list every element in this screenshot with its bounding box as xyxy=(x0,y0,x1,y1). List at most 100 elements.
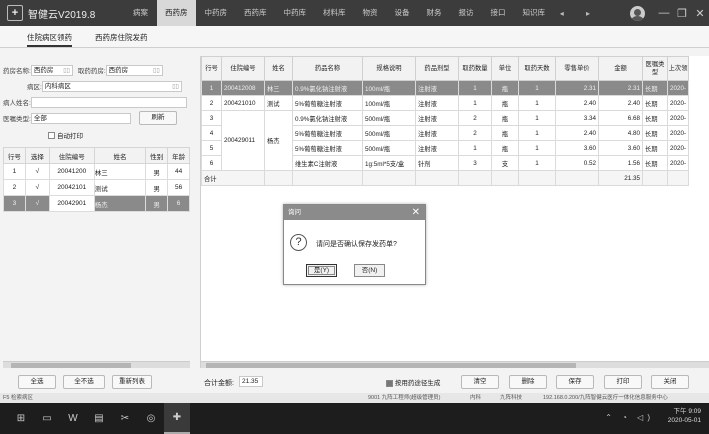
col-dosage-form[interactable]: 药品剂型 xyxy=(415,56,459,81)
screenshot-tool-icon[interactable]: ✂ xyxy=(112,403,138,434)
col-select[interactable]: 选择 xyxy=(24,147,50,164)
col-unit[interactable]: 单位 xyxy=(491,56,519,81)
col-name[interactable]: 姓名 xyxy=(93,147,147,164)
total-amount-label: 合计金额: xyxy=(204,380,234,387)
dropdown-icon: ▯▯ xyxy=(63,67,70,74)
table-row[interactable]: 2 200421010 测试 5%葡萄糖注射液 100ml/瓶 注射液 1 瓶 1 2.40 2.4… xyxy=(201,95,690,111)
select-none-button[interactable]: 全不选 xyxy=(63,375,105,389)
select-all-button[interactable]: 全选 xyxy=(18,375,56,389)
left-panel: 药房名称: 西药房 ▯▯ 取药药房: 西药房 ▯▯ 病区: 内科病区 ▯▯ 病人姓名:… xyxy=(0,54,195,368)
menu-item-chinese-pharmacy[interactable]: 中药房 xyxy=(197,0,236,26)
col-gender[interactable]: 性别 xyxy=(145,147,169,164)
order-type-select[interactable]: 全部 xyxy=(30,112,131,124)
delete-button[interactable]: 删除 xyxy=(509,375,547,389)
word-app-icon[interactable]: W xyxy=(60,403,86,434)
file-explorer-icon[interactable]: ▤ xyxy=(86,403,112,434)
menu-item-followup[interactable]: 报访 xyxy=(451,0,482,26)
taskbar: ⊞ ▭ W ▤ ✂ ◎ ✚ ⌃ ◔ ◁) 下午 9:09 2020-05-01 xyxy=(0,403,709,434)
browser-app-icon[interactable]: ◎ xyxy=(138,403,164,434)
auto-generate-checkbox[interactable] xyxy=(386,379,393,387)
drug-grid-panel: 行号 住院编号 姓名 药品名称 规格说明 药品剂型 取药数量 单位 取药天数 零… xyxy=(200,56,709,368)
col-retail-price[interactable]: 零售单价 xyxy=(555,56,599,81)
auto-generate-label: 按用药途径生成 xyxy=(394,380,441,387)
patient-table-scrollbar[interactable] xyxy=(3,361,190,368)
question-icon: ? xyxy=(290,234,307,251)
reload-list-button[interactable]: 重新列表 xyxy=(112,375,152,389)
total-amount-field: 21.35 xyxy=(239,376,263,387)
menu-scroll-arrows-icon[interactable]: ◂ ▸ xyxy=(560,9,600,18)
pharmacy-label: 药房名称: xyxy=(3,68,31,75)
table-row[interactable]: 3 200429011 杨杰 0.9%氯化钠注射液 500ml/瓶 注射液 2 瓶 1 3.34 6… xyxy=(201,110,690,171)
dialog-close-icon[interactable]: ✕ xyxy=(412,205,420,220)
patient-name-input[interactable] xyxy=(30,96,187,108)
col-amount[interactable]: 金额 xyxy=(598,56,643,81)
pharmacy-select[interactable]: 西药房 ▯▯ xyxy=(30,64,73,76)
patient-table-header: 行号 选择 住院编号 姓名 性别 年龄 xyxy=(3,147,190,164)
dialog-yes-button[interactable]: 是(Y) xyxy=(306,264,337,277)
clear-button[interactable]: 清空 xyxy=(461,375,499,389)
main-menu: 病案 西药房 中药房 西药库 中药库 材料库 物资 设备 财务 报访 接口 知识… xyxy=(125,0,554,26)
his-app-taskbar-icon[interactable]: ✚ xyxy=(164,403,190,434)
table-row[interactable]: 2 √ 20042101 测试男 56 xyxy=(3,179,190,196)
dialog-title: 询问 ✕ xyxy=(284,205,425,220)
col-age[interactable]: 年龄 xyxy=(167,147,190,164)
user-avatar-icon[interactable] xyxy=(630,5,645,21)
drug-grid-scrollbar[interactable] xyxy=(201,361,709,368)
minimize-icon[interactable]: — xyxy=(655,7,673,19)
total-label: 合计 xyxy=(201,170,265,186)
menu-item-western-store[interactable]: 西药库 xyxy=(236,0,275,26)
col-spec[interactable]: 规格说明 xyxy=(362,56,416,81)
merged-patient-name: 杨杰 xyxy=(264,110,293,171)
pharmacy-row: 药房名称: 西药房 ▯▯ 取药药房: 西药房 ▯▯ xyxy=(3,64,163,76)
table-row-selected[interactable]: 3 √ 20042901 杨杰男 6 xyxy=(3,195,190,212)
tab-inpatient-dispense[interactable]: 西药房住院发药 xyxy=(95,32,148,43)
close-button[interactable]: 关闭 xyxy=(651,375,689,389)
menu-item-medical-record[interactable]: 病案 xyxy=(125,0,156,26)
window-controls: ◂ ▸ — ❐ ✕ xyxy=(560,0,709,26)
ward-select[interactable]: 内科病区 ▯▯ xyxy=(41,80,182,92)
windows-start-icon[interactable]: ⊞ xyxy=(8,403,34,434)
col-drug-name[interactable]: 药品名称 xyxy=(292,56,363,81)
dropdown-icon: ▯▯ xyxy=(153,67,160,74)
col-admission-no[interactable]: 住院编号 xyxy=(221,56,265,81)
auto-print-checkbox[interactable] xyxy=(48,131,55,139)
app-window: + 智健云V2019.8 病案 西药房 中药房 西药库 中药库 材料库 物资 设… xyxy=(0,0,709,434)
col-days[interactable]: 取药天数 xyxy=(518,56,556,81)
table-row-selected[interactable]: 1 200412008 林三 0.9%氯化钠注射液 100ml/瓶 注射液 1 瓶 1 2.31 2… xyxy=(201,80,690,96)
menu-item-chinese-store[interactable]: 中药库 xyxy=(276,0,315,26)
task-view-icon[interactable]: ▭ xyxy=(34,403,60,434)
menu-item-knowledge[interactable]: 知识库 xyxy=(515,0,554,26)
menu-item-equipment[interactable]: 设备 xyxy=(387,0,418,26)
menu-item-interface[interactable]: 接口 xyxy=(483,0,514,26)
dropdown-icon: ▯▯ xyxy=(172,83,179,90)
col-row-no[interactable]: 行号 xyxy=(3,147,26,164)
col-last-request[interactable]: 上次领 xyxy=(666,56,690,81)
menu-item-western-pharmacy[interactable]: 西药房 xyxy=(157,0,196,26)
save-button[interactable]: 保存 xyxy=(556,375,594,389)
menu-item-finance[interactable]: 财务 xyxy=(419,0,450,26)
col-name[interactable]: 姓名 xyxy=(264,56,293,81)
menu-item-material-store[interactable]: 材料库 xyxy=(315,0,354,26)
col-order-type[interactable]: 医嘱类型 xyxy=(642,56,668,81)
menu-item-supplies[interactable]: 物资 xyxy=(355,0,386,26)
dialog-no-button[interactable]: 否(N) xyxy=(354,264,385,277)
table-row[interactable]: 1 √ 20041200 林三男 44 xyxy=(3,163,190,180)
status-server: 192.168.0.200/九阵智健云医疗一体化信息服务中心 xyxy=(543,395,668,401)
restore-icon[interactable]: ❐ xyxy=(673,7,691,20)
status-company: 九阵科技 xyxy=(500,395,523,401)
taskbar-clock[interactable]: 下午 9:09 2020-05-01 xyxy=(668,407,701,425)
ward-label: 病区: xyxy=(27,84,42,91)
refresh-button[interactable]: 刷新 xyxy=(139,111,177,125)
order-type-row: 医嘱类型: 全部 xyxy=(3,112,131,124)
col-admission-no[interactable]: 住院编号 xyxy=(48,147,95,164)
dispense-pharmacy-select[interactable]: 西药房 ▯▯ xyxy=(105,64,163,76)
print-button[interactable]: 打印 xyxy=(604,375,642,389)
col-row-no[interactable]: 行号 xyxy=(201,56,222,81)
dispense-pharmacy-label: 取药药房: xyxy=(77,68,106,75)
col-quantity[interactable]: 取药数量 xyxy=(458,56,492,81)
merged-admission-no: 200429011 xyxy=(221,110,265,171)
system-tray-icons[interactable]: ⌃ ◔ ◁) xyxy=(605,413,654,422)
patient-name-row: 病人姓名: xyxy=(3,96,187,108)
close-icon[interactable]: ✕ xyxy=(691,7,709,20)
tab-ward-drug-request[interactable]: 住院病区领药 xyxy=(27,32,72,47)
